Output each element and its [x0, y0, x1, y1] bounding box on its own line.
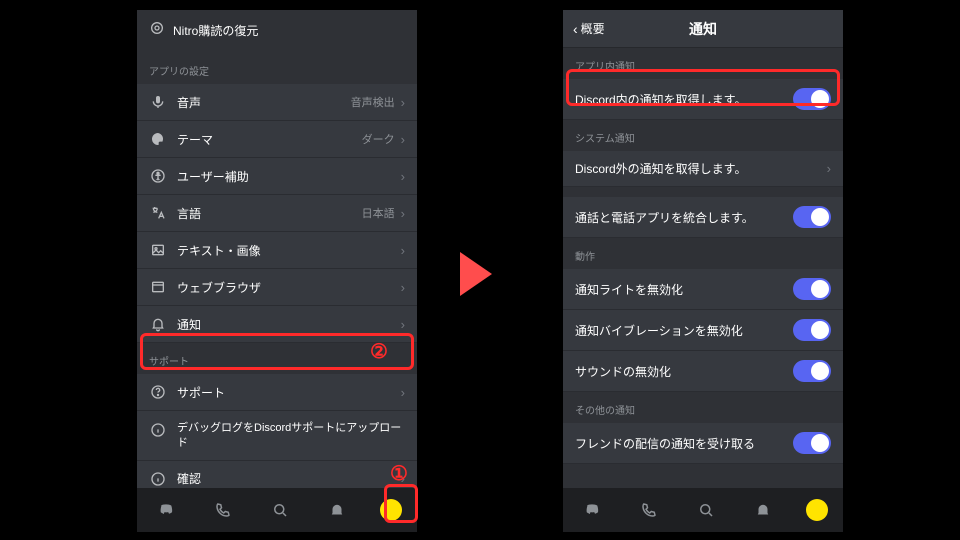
- toggle-switch[interactable]: [793, 319, 831, 341]
- bottom-nav: [137, 488, 417, 532]
- arrow-right-icon: [460, 252, 492, 296]
- mic-icon: [149, 93, 167, 111]
- search-icon[interactable]: [692, 496, 720, 524]
- bell-icon: [149, 315, 167, 333]
- accessibility-icon: [149, 167, 167, 185]
- profile-avatar[interactable]: [380, 499, 402, 521]
- help-icon: [149, 383, 167, 401]
- topbar: ‹ 概要 通知: [563, 10, 843, 48]
- chevron-right-icon: ›: [401, 169, 405, 184]
- row-debug-log[interactable]: デバッグログをDiscordサポートにアップロード: [137, 411, 417, 461]
- nitro-icon: [149, 20, 165, 41]
- row-disable-light[interactable]: 通知ライトを無効化: [563, 269, 843, 310]
- section-system: システム通知: [563, 120, 843, 151]
- page-title: 通知: [689, 19, 717, 39]
- back-button[interactable]: ‹ 概要: [573, 10, 605, 47]
- chevron-right-icon: ›: [401, 132, 405, 147]
- chevron-right-icon: ›: [401, 243, 405, 258]
- toggle-switch[interactable]: [793, 432, 831, 454]
- section-behavior: 動作: [563, 238, 843, 269]
- phone-icon[interactable]: [209, 496, 237, 524]
- nitro-label: Nitro購読の復元: [173, 22, 258, 39]
- chevron-right-icon: ›: [401, 317, 405, 332]
- row-language[interactable]: 言語 日本語 ›: [137, 195, 417, 232]
- settings-screen-left: Nitro購読の復元 アプリの設定 音声 音声検出 › テーマ ダーク › ユー…: [137, 10, 417, 532]
- toggle-switch[interactable]: [793, 278, 831, 300]
- info-icon: [149, 421, 167, 439]
- palette-icon: [149, 130, 167, 148]
- back-label: 概要: [581, 20, 605, 37]
- row-integrate-phone[interactable]: 通話と電話アプリを統合します。: [563, 197, 843, 238]
- discord-icon[interactable]: [578, 496, 606, 524]
- image-icon: [149, 241, 167, 259]
- row-disable-sound[interactable]: サウンドの無効化: [563, 351, 843, 392]
- row-value: 音声検出: [351, 94, 395, 110]
- section-other: その他の通知: [563, 392, 843, 423]
- annotation-badge-2: ②: [370, 339, 388, 364]
- row-friend-stream[interactable]: フレンドの配信の通知を受け取る: [563, 423, 843, 464]
- toggle-switch[interactable]: [793, 360, 831, 382]
- chevron-right-icon: ›: [401, 385, 405, 400]
- chevron-right-icon: ›: [401, 206, 405, 221]
- chevron-right-icon: ›: [401, 280, 405, 295]
- chevron-left-icon: ‹: [573, 21, 578, 37]
- bell-icon[interactable]: [749, 496, 777, 524]
- row-voice[interactable]: 音声 音声検出 ›: [137, 84, 417, 121]
- row-disable-vibration[interactable]: 通知バイブレーションを無効化: [563, 310, 843, 351]
- row-label: 音声: [177, 94, 351, 111]
- row-external-notif[interactable]: Discord外の通知を取得します。 ›: [563, 151, 843, 187]
- translate-icon: [149, 204, 167, 222]
- toggle-switch[interactable]: [793, 88, 831, 110]
- row-in-app-notif[interactable]: Discord内の通知を取得します。: [563, 79, 843, 120]
- row-accessibility[interactable]: ユーザー補助 ›: [137, 158, 417, 195]
- chevron-right-icon: ›: [401, 95, 405, 110]
- browser-icon: [149, 278, 167, 296]
- notifications-screen-right: ‹ 概要 通知 アプリ内通知 Discord内の通知を取得します。 システム通知…: [563, 10, 843, 532]
- row-web-browser[interactable]: ウェブブラウザ ›: [137, 269, 417, 306]
- nitro-restore-row[interactable]: Nitro購読の復元: [137, 10, 417, 53]
- discord-icon[interactable]: [152, 496, 180, 524]
- search-icon[interactable]: [266, 496, 294, 524]
- bottom-nav: [563, 488, 843, 532]
- row-confirm[interactable]: 確認 ›: [137, 461, 417, 488]
- profile-avatar[interactable]: [806, 499, 828, 521]
- section-in-app: アプリ内通知: [563, 48, 843, 79]
- chevron-right-icon: ›: [827, 161, 831, 176]
- toggle-switch[interactable]: [793, 206, 831, 228]
- annotation-badge-1: ①: [390, 461, 408, 486]
- info-icon: [149, 470, 167, 488]
- row-theme[interactable]: テーマ ダーク ›: [137, 121, 417, 158]
- section-app-settings: アプリの設定: [137, 53, 417, 84]
- row-text-image[interactable]: テキスト・画像 ›: [137, 232, 417, 269]
- row-notifications[interactable]: 通知 ›: [137, 306, 417, 343]
- bell-icon[interactable]: [323, 496, 351, 524]
- phone-icon[interactable]: [635, 496, 663, 524]
- row-support[interactable]: サポート ›: [137, 374, 417, 411]
